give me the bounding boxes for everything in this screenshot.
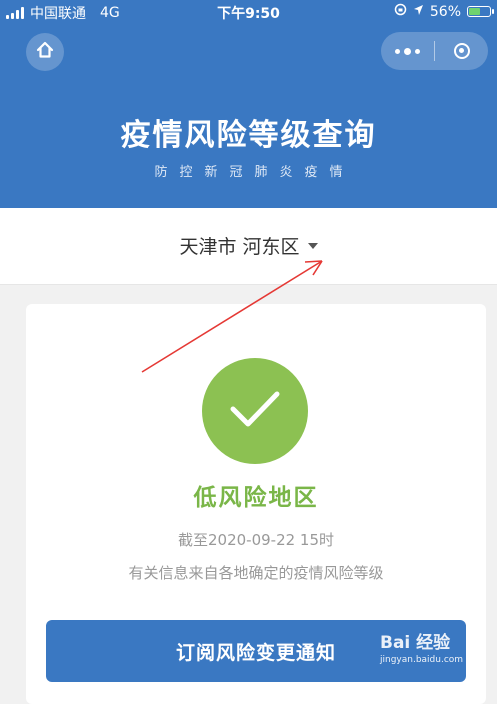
watermark-logo: Bai 经验: [380, 633, 451, 653]
location-icon: [413, 4, 424, 20]
status-right: 56%: [394, 3, 494, 20]
page-title: 疫情风险等级查询: [120, 118, 377, 153]
baidu-watermark: Bai 经验 jingyan.baidu.com: [380, 628, 492, 678]
home-icon: [35, 40, 55, 64]
page-subtitle: 防控新冠肺炎疫情: [154, 165, 355, 180]
battery-icon: [467, 6, 494, 17]
lock-rotation-icon: [394, 3, 407, 20]
more-icon: [395, 47, 420, 55]
close-target-icon: [453, 43, 470, 59]
risk-level: 低风险地区: [193, 485, 319, 511]
home-button[interactable]: [26, 33, 64, 71]
close-button[interactable]: [435, 32, 488, 70]
more-button[interactable]: [381, 32, 434, 70]
region-bar: 天津市 河东区: [0, 208, 497, 285]
as-of-time: 截至2020-09-22 15时: [177, 531, 335, 549]
miniprogram-capsule: [381, 32, 488, 70]
check-circle: [202, 358, 308, 464]
watermark-url: jingyan.baidu.com: [380, 655, 464, 665]
header: 中国联通 4G 下午9:50 56% 疫情风险等级查询 防控新冠肺炎疫情: [0, 0, 497, 208]
source-note: 有关信息来自各地确定的疫情风险等级: [128, 564, 384, 582]
check-icon: [227, 387, 283, 435]
status-bar: 中国联通 4G 下午9:50 56%: [0, 0, 497, 26]
subscribe-label: 订阅风险变更通知: [175, 641, 336, 664]
region-selector[interactable]: 天津市 河东区: [0, 232, 497, 259]
region-label: 天津市 河东区: [179, 236, 300, 258]
dropdown-caret-icon: [307, 242, 318, 249]
battery-percent: 56%: [429, 3, 461, 20]
